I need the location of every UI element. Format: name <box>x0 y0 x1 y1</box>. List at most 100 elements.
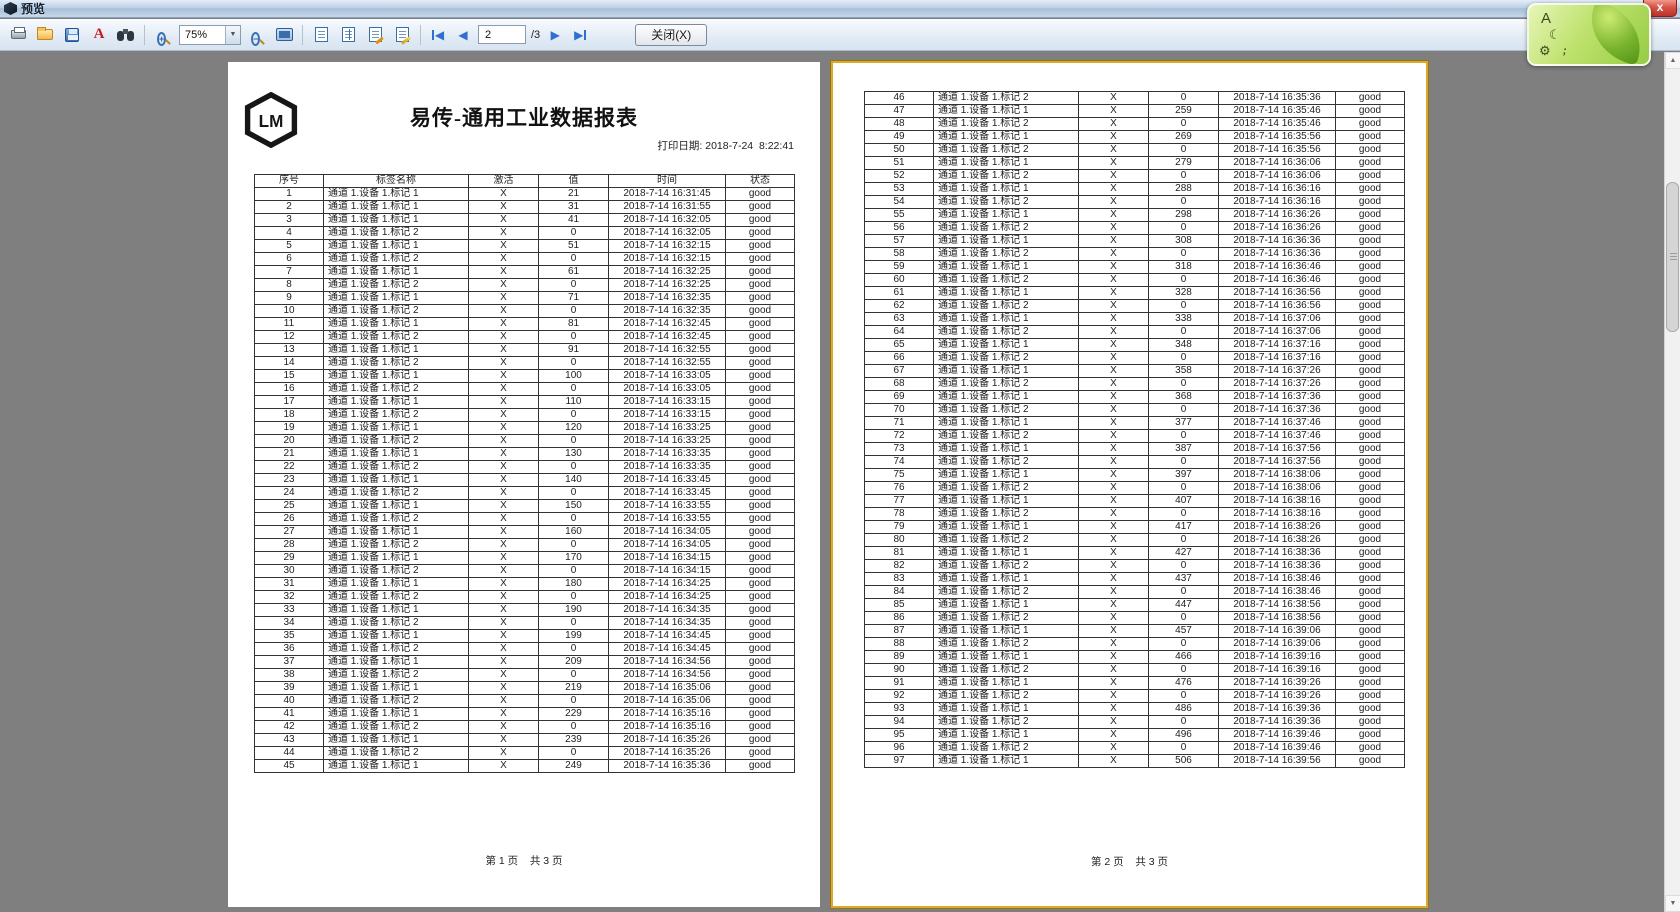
table-cell: X <box>1079 625 1149 638</box>
table-cell: 通道 1.设备 1.标记 2 <box>324 617 469 630</box>
binoculars-icon <box>117 29 135 41</box>
table-row: 53通道 1.设备 1.标记 1X2882018-7-14 16:36:16go… <box>865 183 1405 196</box>
table-cell: X <box>469 253 539 266</box>
scroll-down-button[interactable]: ▼ <box>1665 895 1680 912</box>
col-header: 值 <box>539 175 609 188</box>
table-cell: 通道 1.设备 1.标记 1 <box>934 521 1079 534</box>
table-cell: 通道 1.设备 1.标记 2 <box>934 742 1079 755</box>
table-cell: good <box>1336 469 1405 482</box>
zoom-in-button[interactable]: + <box>152 24 174 46</box>
ime-mode-letter[interactable]: A <box>1541 10 1551 27</box>
table-row: 50通道 1.设备 1.标记 2X02018-7-14 16:35:56good <box>865 144 1405 157</box>
report-page-1[interactable]: LM 易传-通用工业数据报表 打印日期: 2018-7-24 8:22:41 序… <box>228 62 820 907</box>
prev-page-button[interactable]: ◀ <box>453 25 473 45</box>
table-cell: good <box>1336 222 1405 235</box>
export-pdf-button[interactable]: A <box>88 24 110 46</box>
table-row: 56通道 1.设备 1.标记 2X02018-7-14 16:36:26good <box>865 222 1405 235</box>
table-cell: X <box>1079 430 1149 443</box>
table-cell: 2018-7-14 16:32:45 <box>609 331 726 344</box>
table-row: 94通道 1.设备 1.标记 2X02018-7-14 16:39:36good <box>865 716 1405 729</box>
chevron-down-icon[interactable]: ▼ <box>225 26 240 44</box>
table-row: 29通道 1.设备 1.标记 1X1702018-7-14 16:34:15go… <box>255 552 795 565</box>
table-cell: 2018-7-14 16:33:25 <box>609 422 726 435</box>
table-cell: 0 <box>1149 482 1219 495</box>
edit-pencil-icon <box>396 27 409 42</box>
scroll-thumb[interactable] <box>1666 182 1679 332</box>
table-cell: 通道 1.设备 1.标记 1 <box>324 656 469 669</box>
table-cell: X <box>1079 755 1149 768</box>
table-cell: 通道 1.设备 1.标记 2 <box>934 196 1079 209</box>
table-cell: 通道 1.设备 1.标记 2 <box>324 357 469 370</box>
table-cell: X <box>469 292 539 305</box>
table-cell: good <box>726 318 795 331</box>
table-cell: good <box>726 578 795 591</box>
table-cell: 2018-7-14 16:38:36 <box>1219 560 1336 573</box>
fit-page-button[interactable] <box>273 24 295 46</box>
table-cell: 397 <box>1149 469 1219 482</box>
zoom-out-button[interactable]: − <box>246 24 268 46</box>
page-number-input[interactable] <box>478 25 526 44</box>
table-cell: good <box>726 461 795 474</box>
table-row: 14通道 1.设备 1.标记 2X02018-7-14 16:32:55good <box>255 357 795 370</box>
scrollbar[interactable]: ▲ ▼ <box>1664 52 1680 912</box>
table-cell: 2018-7-14 16:32:15 <box>609 240 726 253</box>
table-cell: 0 <box>1149 144 1219 157</box>
first-page-button[interactable]: ◀ <box>428 25 448 45</box>
table-cell: good <box>726 474 795 487</box>
edit-button[interactable] <box>391 24 413 46</box>
next-page-button[interactable]: ▶ <box>545 25 565 45</box>
table-cell: 2018-7-14 16:39:26 <box>1219 677 1336 690</box>
table-cell: good <box>1336 482 1405 495</box>
table-cell: 0 <box>1149 430 1219 443</box>
scroll-up-button[interactable]: ▲ <box>1665 52 1680 69</box>
table-cell: 48 <box>865 118 934 131</box>
table-cell: good <box>1336 729 1405 742</box>
ime-widget[interactable]: A ☾ ⚙ ; <box>1527 3 1651 66</box>
table-row: 78通道 1.设备 1.标记 2X02018-7-14 16:38:16good <box>865 508 1405 521</box>
table-row: 69通道 1.设备 1.标记 1X3682018-7-14 16:37:36go… <box>865 391 1405 404</box>
gear-icon[interactable]: ⚙ <box>1539 43 1551 59</box>
table-cell: 2018-7-14 16:32:35 <box>609 305 726 318</box>
print-button[interactable] <box>7 24 29 46</box>
report-page-2[interactable]: 46通道 1.设备 1.标记 2X02018-7-14 16:35:36good… <box>831 61 1428 908</box>
table-cell: 通道 1.设备 1.标记 1 <box>324 682 469 695</box>
table-cell: 199 <box>539 630 609 643</box>
table-cell: X <box>1079 365 1149 378</box>
table-cell: 10 <box>255 305 324 318</box>
table-cell: 2018-7-14 16:34:45 <box>609 630 726 643</box>
last-page-button[interactable]: ▶ <box>570 25 590 45</box>
table-cell: good <box>1336 326 1405 339</box>
table-cell: 298 <box>1149 209 1219 222</box>
table-cell: X <box>469 318 539 331</box>
table-cell: X <box>469 513 539 526</box>
single-page-view-button[interactable] <box>310 24 332 46</box>
table-cell: 37 <box>255 656 324 669</box>
moon-icon[interactable]: ☾ <box>1549 27 1561 43</box>
table-cell: 83 <box>865 573 934 586</box>
single-page-icon <box>315 27 328 42</box>
table-cell: 0 <box>539 435 609 448</box>
table-row: 17通道 1.设备 1.标记 1X1102018-7-14 16:33:15go… <box>255 396 795 409</box>
table-row: 1通道 1.设备 1.标记 1X212018-7-14 16:31:45good <box>255 188 795 201</box>
table-row: 34通道 1.设备 1.标记 2X02018-7-14 16:34:35good <box>255 617 795 630</box>
table-cell: 通道 1.设备 1.标记 2 <box>324 669 469 682</box>
close-preview-button[interactable]: 关闭(X) <box>635 24 707 46</box>
table-cell: good <box>726 214 795 227</box>
find-button[interactable] <box>115 24 137 46</box>
open-button[interactable] <box>34 24 56 46</box>
table-cell: 2018-7-14 16:39:16 <box>1219 664 1336 677</box>
save-button[interactable] <box>61 24 83 46</box>
table-cell: 81 <box>865 547 934 560</box>
table-cell: X <box>1079 378 1149 391</box>
multi-page-view-button[interactable] <box>337 24 359 46</box>
table-cell: good <box>1336 144 1405 157</box>
zoom-level-select[interactable]: 75% ▼ <box>179 25 241 45</box>
page2-footer: 第 2 页 共 3 页 <box>833 854 1426 869</box>
table-cell: good <box>1336 209 1405 222</box>
table-row: 28通道 1.设备 1.标记 2X02018-7-14 16:34:05good <box>255 539 795 552</box>
table-cell: good <box>1336 651 1405 664</box>
page-setup-button[interactable] <box>364 24 386 46</box>
table-cell: 2 <box>255 201 324 214</box>
table-row: 2通道 1.设备 1.标记 1X312018-7-14 16:31:55good <box>255 201 795 214</box>
multi-page-icon <box>342 27 355 42</box>
